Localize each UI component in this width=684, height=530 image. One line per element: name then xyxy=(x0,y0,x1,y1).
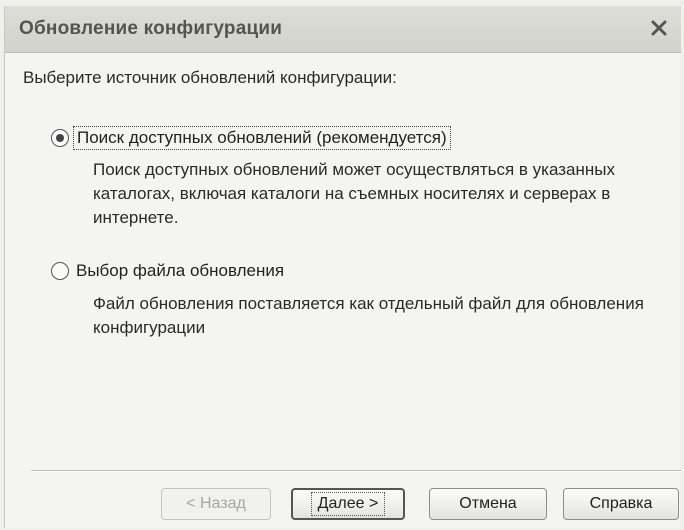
window-title: Обновление конфигурации xyxy=(19,18,283,39)
option-search-updates-label[interactable]: Поиск доступных обновлений (рекомендуетс… xyxy=(73,126,451,150)
close-icon xyxy=(651,20,667,36)
help-button[interactable]: Справка xyxy=(563,488,679,520)
option-search-updates[interactable]: Поиск доступных обновлений (рекомендуетс… xyxy=(51,126,451,150)
help-button-label: Справка xyxy=(589,495,653,512)
source-prompt: Выберите источник обновлений конфигураци… xyxy=(23,68,397,87)
option-select-file-description: Файл обновления поставляется как отдельн… xyxy=(93,294,644,337)
radio-search-updates[interactable] xyxy=(51,129,69,147)
cancel-button[interactable]: Отмена xyxy=(429,488,547,520)
option-select-file[interactable]: Выбор файла обновления xyxy=(51,260,287,282)
close-button[interactable] xyxy=(647,16,671,40)
option-select-file-label[interactable]: Выбор файла обновления xyxy=(73,260,287,282)
back-button-label: < Назад xyxy=(186,495,246,512)
footer-separator xyxy=(31,470,681,472)
next-button[interactable]: Далее > xyxy=(291,488,405,520)
title-bar[interactable]: Обновление конфигурации xyxy=(5,6,681,53)
option-search-updates-description: Поиск доступных обновлений может осущест… xyxy=(93,160,615,227)
radio-selected-dot xyxy=(56,134,64,142)
radio-select-file[interactable] xyxy=(51,262,69,280)
cancel-button-label: Отмена xyxy=(459,495,517,512)
next-button-label: Далее > xyxy=(310,492,386,516)
update-config-dialog: Обновление конфигурации Выберите источни… xyxy=(4,6,681,528)
back-button[interactable]: < Назад xyxy=(161,488,271,520)
